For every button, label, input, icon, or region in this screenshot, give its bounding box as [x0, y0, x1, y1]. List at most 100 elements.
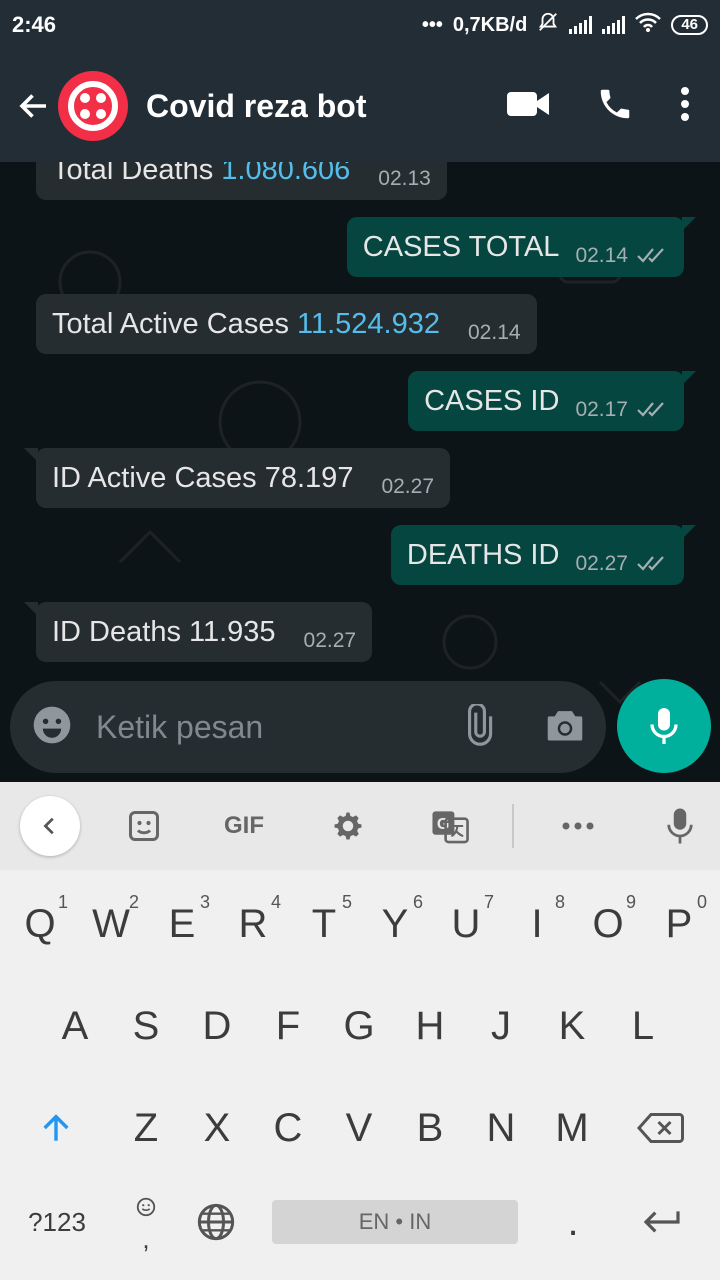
- message-time: 02.13: [378, 167, 431, 190]
- contact-name[interactable]: Covid reza bot: [146, 88, 366, 125]
- read-ticks-icon: [637, 402, 664, 417]
- key-k[interactable]: K: [536, 986, 608, 1066]
- key-o[interactable]: O9: [572, 884, 644, 964]
- more-options-icon[interactable]: [680, 86, 690, 127]
- enter-arrow-icon: [643, 1211, 680, 1233]
- keyboard-toolbar: GIF G: [0, 782, 720, 870]
- key-c[interactable]: C: [252, 1088, 324, 1168]
- enter-key[interactable]: [626, 1182, 698, 1262]
- key-r[interactable]: R4: [217, 884, 289, 964]
- key-f[interactable]: F: [252, 986, 324, 1066]
- translate-icon[interactable]: G: [428, 802, 472, 850]
- key-j[interactable]: J: [465, 986, 537, 1066]
- key-s[interactable]: S: [110, 986, 182, 1066]
- message-time: 02.27: [381, 475, 435, 498]
- signal-icon: [569, 16, 593, 34]
- key-q[interactable]: Q1: [4, 884, 76, 964]
- key-h[interactable]: H: [394, 986, 466, 1066]
- read-ticks-icon: [637, 248, 664, 263]
- keyboard-collapse-button[interactable]: [20, 796, 80, 856]
- message-time: 02.17: [575, 398, 628, 421]
- shift-arrow-icon: [43, 1114, 69, 1141]
- key-d[interactable]: D: [181, 986, 253, 1066]
- wifi-icon: [635, 12, 662, 38]
- key-t[interactable]: T5: [288, 884, 360, 964]
- message-text: ID Deaths 11.935: [52, 615, 276, 648]
- mute-bell-icon: [537, 11, 559, 39]
- message-time: 02.27: [575, 552, 628, 575]
- symbols-key[interactable]: ?123: [20, 1182, 94, 1262]
- message-outgoing[interactable]: CASES ID 02.17: [408, 371, 696, 431]
- key-y[interactable]: Y6: [359, 884, 431, 964]
- message-incoming[interactable]: ID Deaths 11.935 02.27: [24, 602, 373, 662]
- emoji-comma-key[interactable]: ,: [110, 1182, 182, 1262]
- shift-key[interactable]: [20, 1088, 92, 1168]
- network-speed: 0,7KB/d: [452, 13, 528, 36]
- key-p[interactable]: P0: [643, 884, 715, 964]
- message-time: 02.14: [575, 244, 628, 267]
- key-i[interactable]: I8: [501, 884, 573, 964]
- attachment-icon[interactable]: [456, 701, 498, 751]
- message-text: CASES TOTAL: [362, 230, 560, 263]
- toolbar-divider: [512, 804, 514, 848]
- sticker-icon[interactable]: [122, 802, 166, 850]
- message-input[interactable]: Ketik pesan: [96, 709, 263, 746]
- back-button[interactable]: [4, 76, 64, 136]
- key-u[interactable]: U7: [430, 884, 502, 964]
- more-horizontal-icon[interactable]: [556, 802, 600, 850]
- language-globe-key[interactable]: [180, 1182, 252, 1262]
- globe-icon: [197, 1203, 235, 1241]
- message-incoming[interactable]: Total Active Cases 11.524.932 02.14: [36, 294, 537, 354]
- chat-header: Covid reza bot: [0, 50, 720, 162]
- key-m[interactable]: M: [536, 1088, 608, 1168]
- key-l[interactable]: L: [607, 986, 679, 1066]
- message-incoming[interactable]: ID Active Cases 78.197 02.27: [24, 448, 451, 508]
- key-a[interactable]: A: [39, 986, 111, 1066]
- period-key[interactable]: .: [537, 1182, 609, 1262]
- video-call-icon[interactable]: [506, 89, 550, 124]
- voice-input-icon[interactable]: [658, 802, 702, 850]
- key-e[interactable]: E3: [146, 884, 218, 964]
- keyboard: Q1 W2 E3 R4 T5 Y6 U7 I8 O9 P0 A S D F G …: [0, 870, 720, 1280]
- key-g[interactable]: G: [323, 986, 395, 1066]
- arrow-left-icon: [19, 94, 46, 118]
- key-b[interactable]: B: [394, 1088, 466, 1168]
- message-time: 02.27: [303, 629, 357, 652]
- status-bar: 2:46 ••• 0,7KB/d 46: [0, 0, 720, 50]
- avatar[interactable]: [58, 71, 128, 141]
- message-outgoing[interactable]: DEATHS ID 02.27: [390, 525, 696, 585]
- gif-button[interactable]: GIF: [216, 802, 272, 850]
- camera-icon[interactable]: [544, 706, 586, 749]
- message-time: 02.14: [468, 321, 521, 344]
- message-incoming[interactable]: Total Deaths 1.080.606 02.13: [36, 162, 447, 200]
- status-right: ••• 0,7KB/d 46: [422, 11, 708, 39]
- key-w[interactable]: W2: [75, 884, 147, 964]
- microphone-icon: [650, 708, 678, 744]
- backspace-key[interactable]: [624, 1088, 696, 1168]
- read-ticks-icon: [637, 556, 664, 571]
- key-x[interactable]: X: [181, 1088, 253, 1168]
- message-text: ID Active Cases 78.197: [52, 461, 354, 494]
- chevron-left-icon: [43, 817, 54, 835]
- message-link[interactable]: 11.524.932: [297, 308, 440, 340]
- key-v[interactable]: V: [323, 1088, 395, 1168]
- status-time: 2:46: [12, 12, 57, 37]
- message-outgoing[interactable]: CASES TOTAL 02.14: [346, 217, 696, 277]
- message-text: Total Active Cases 11.524.932: [52, 307, 440, 340]
- voice-record-button[interactable]: [617, 679, 711, 773]
- message-link[interactable]: 1.080.606: [221, 162, 350, 186]
- message-text: Total Deaths 1.080.606: [52, 162, 350, 187]
- smiley-icon: [136, 1197, 156, 1217]
- message-text: DEATHS ID: [406, 538, 560, 571]
- emoji-icon[interactable]: [30, 703, 74, 752]
- message-composer[interactable]: Ketik pesan: [10, 681, 606, 773]
- message-text: CASES ID: [424, 384, 560, 417]
- signal-icon-2: [602, 16, 626, 34]
- space-bar[interactable]: EN • IN: [272, 1200, 518, 1244]
- settings-gear-icon[interactable]: [326, 802, 370, 850]
- key-z[interactable]: Z: [110, 1088, 182, 1168]
- overflow-dots-indicator: •••: [421, 13, 443, 36]
- key-n[interactable]: N: [465, 1088, 537, 1168]
- phone-call-icon[interactable]: [596, 85, 634, 128]
- backspace-icon: [636, 1113, 684, 1143]
